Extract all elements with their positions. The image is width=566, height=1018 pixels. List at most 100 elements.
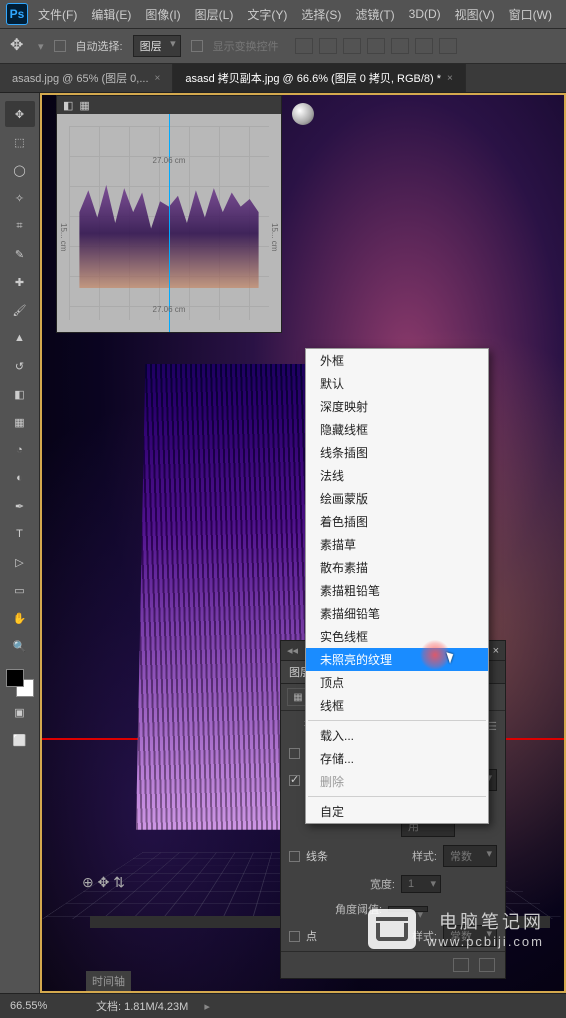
quickmask-icon[interactable]: ▣ bbox=[5, 699, 35, 725]
menu-window[interactable]: 窗口(W) bbox=[505, 4, 556, 25]
document-tab-active[interactable]: asasd 拷贝副本.jpg @ 66.6% (图层 0 拷贝, RGB/8) … bbox=[173, 64, 466, 92]
navigator-thumbnail[interactable]: 27.06 cm 27.06 cm 15... cm 15... cm bbox=[57, 114, 281, 332]
zoom-level[interactable]: 66.55% bbox=[10, 1000, 80, 1012]
close-icon[interactable]: × bbox=[447, 73, 453, 84]
brush-tool-icon[interactable]: 🖌 bbox=[5, 297, 35, 323]
align-bottom-icon[interactable] bbox=[343, 38, 361, 54]
zoom-tool-icon[interactable]: 🔍 bbox=[5, 633, 35, 659]
cm-item-solidwire[interactable]: 实色线框 bbox=[306, 625, 488, 648]
cm-item-paintmask[interactable]: 绘画蒙版 bbox=[306, 487, 488, 510]
dodge-tool-icon[interactable]: ◐ bbox=[5, 465, 35, 491]
history-brush-tool-icon[interactable]: ↺ bbox=[5, 353, 35, 379]
path-tool-icon[interactable]: ▷ bbox=[5, 549, 35, 575]
panel-tab-icon[interactable]: ◧ bbox=[63, 99, 73, 112]
surface-checkbox[interactable] bbox=[289, 775, 300, 786]
align-top-icon[interactable] bbox=[295, 38, 313, 54]
3d-axis-widget[interactable]: ⊕ ✥ ⇅ bbox=[78, 874, 129, 891]
screenmode-icon[interactable]: ⬜ bbox=[5, 727, 35, 753]
menu-3d[interactable]: 3D(D) bbox=[405, 5, 445, 23]
auto-select-label: 自动选择: bbox=[76, 38, 123, 54]
render-icon[interactable] bbox=[453, 958, 469, 972]
align-vmid-icon[interactable] bbox=[319, 38, 337, 54]
blur-tool-icon[interactable]: ◔ bbox=[5, 437, 35, 463]
collapse-icon[interactable]: ◂◂ bbox=[287, 644, 298, 657]
type-tool-icon[interactable]: T bbox=[5, 521, 35, 547]
auto-select-target-dropdown[interactable]: 图层 bbox=[133, 35, 181, 57]
menu-edit[interactable]: 编辑(E) bbox=[87, 4, 135, 25]
hand-tool-icon[interactable]: ✋ bbox=[5, 605, 35, 631]
menu-view[interactable]: 视图(V) bbox=[451, 4, 499, 25]
tools-panel: ✥ ⬚ ◯ ✧ ⌗ ✎ ✚ 🖌 ▲ ↺ ◧ ▦ ◔ ◐ ✒ T ▷ ▭ ✋ 🔍 … bbox=[0, 93, 40, 993]
cm-item-normals[interactable]: 法线 bbox=[306, 464, 488, 487]
move-tool-icon[interactable]: ✥ bbox=[5, 101, 35, 127]
width-input: 1 bbox=[401, 875, 441, 893]
panel-tab-icon[interactable]: ▦ bbox=[79, 99, 89, 112]
align-left-icon[interactable] bbox=[367, 38, 385, 54]
cm-item-wireframe[interactable]: 线框 bbox=[306, 694, 488, 717]
cm-item-save[interactable]: 存储... bbox=[306, 747, 488, 770]
marquee-tool-icon[interactable]: ⬚ bbox=[5, 129, 35, 155]
menu-layer[interactable]: 图层(L) bbox=[191, 4, 238, 25]
cm-item-depthmap[interactable]: 深度映射 bbox=[306, 395, 488, 418]
menu-image[interactable]: 图像(I) bbox=[141, 4, 184, 25]
cm-item-custom[interactable]: 自定 bbox=[306, 800, 488, 823]
axis-icons[interactable]: ⊕ ✥ ⇅ bbox=[82, 874, 125, 890]
gradient-tool-icon[interactable]: ▦ bbox=[5, 409, 35, 435]
status-menu-icon[interactable]: ▸ bbox=[204, 1000, 210, 1013]
magic-wand-tool-icon[interactable]: ✧ bbox=[5, 185, 35, 211]
document-tab[interactable]: asasd.jpg @ 65% (图层 0,... × bbox=[0, 64, 173, 92]
trash-icon[interactable] bbox=[479, 958, 495, 972]
cm-item-outline[interactable]: 外框 bbox=[306, 349, 488, 372]
align-hmid-icon[interactable] bbox=[391, 38, 409, 54]
eraser-tool-icon[interactable]: ◧ bbox=[5, 381, 35, 407]
cm-item-vertex[interactable]: 顶点 bbox=[306, 671, 488, 694]
lasso-tool-icon[interactable]: ◯ bbox=[5, 157, 35, 183]
cm-item-scattersket[interactable]: 散布素描 bbox=[306, 556, 488, 579]
points-label: 点 bbox=[306, 928, 317, 944]
align-right-icon[interactable] bbox=[415, 38, 433, 54]
panel-header[interactable]: ◧ ▦ bbox=[57, 96, 281, 114]
menu-select[interactable]: 选择(S) bbox=[297, 4, 345, 25]
pen-tool-icon[interactable]: ✒ bbox=[5, 493, 35, 519]
cm-item-hidewire[interactable]: 隐藏线框 bbox=[306, 418, 488, 441]
healing-tool-icon[interactable]: ✚ bbox=[5, 269, 35, 295]
dimension-label: 15... cm bbox=[270, 223, 279, 251]
auto-select-checkbox[interactable] bbox=[54, 40, 66, 52]
close-icon[interactable]: × bbox=[493, 645, 499, 657]
app-logo: Ps bbox=[6, 3, 28, 25]
3d-light-widget-icon[interactable] bbox=[292, 103, 314, 125]
points-checkbox[interactable] bbox=[289, 931, 300, 942]
navigator-panel[interactable]: ◧ ▦ 27.06 cm 27.06 cm 15... cm 15... cm bbox=[56, 95, 282, 333]
lines-checkbox[interactable] bbox=[289, 851, 300, 862]
stamp-tool-icon[interactable]: ▲ bbox=[5, 325, 35, 351]
menu-filter[interactable]: 滤镜(T) bbox=[351, 4, 398, 25]
watermark-title: 电脑笔记网 bbox=[427, 908, 544, 934]
close-icon[interactable]: × bbox=[155, 73, 161, 84]
menu-separator bbox=[308, 796, 486, 797]
shape-tool-icon[interactable]: ▭ bbox=[5, 577, 35, 603]
watermark-logo-icon bbox=[368, 909, 416, 949]
cm-item-load[interactable]: 载入... bbox=[306, 724, 488, 747]
foreground-color[interactable] bbox=[6, 669, 24, 687]
cross-section-checkbox[interactable] bbox=[289, 748, 300, 759]
eyedropper-tool-icon[interactable]: ✎ bbox=[5, 241, 35, 267]
timeline-tab[interactable]: 时间轴 bbox=[86, 971, 131, 991]
foreground-background-colors[interactable] bbox=[6, 669, 34, 697]
show-transform-checkbox[interactable] bbox=[191, 40, 203, 52]
cm-item-label: 未照亮的纹理 bbox=[320, 653, 392, 667]
cm-item-sketchgrass[interactable]: 素描草 bbox=[306, 533, 488, 556]
move-tool-icon bbox=[10, 37, 28, 55]
crop-tool-icon[interactable]: ⌗ bbox=[5, 213, 35, 239]
cm-item-sketchthick[interactable]: 素描粗铅笔 bbox=[306, 579, 488, 602]
cm-item-default[interactable]: 默认 bbox=[306, 372, 488, 395]
tab-label: asasd 拷贝副本.jpg @ 66.6% (图层 0 拷贝, RGB/8) … bbox=[185, 70, 441, 86]
menu-type[interactable]: 文字(Y) bbox=[243, 4, 291, 25]
cm-item-sketchthin[interactable]: 素描细铅笔 bbox=[306, 602, 488, 625]
cm-item-lineillus[interactable]: 线条插图 bbox=[306, 441, 488, 464]
menu-file[interactable]: 文件(F) bbox=[34, 4, 81, 25]
distribute-icon[interactable] bbox=[439, 38, 457, 54]
document-tabs: asasd.jpg @ 65% (图层 0,... × asasd 拷贝副本.j… bbox=[0, 64, 566, 93]
cm-item-unlit-texture[interactable]: 未照亮的纹理 bbox=[306, 648, 488, 671]
cm-item-shadeillus[interactable]: 着色插图 bbox=[306, 510, 488, 533]
lines-label: 线条 bbox=[306, 848, 328, 864]
